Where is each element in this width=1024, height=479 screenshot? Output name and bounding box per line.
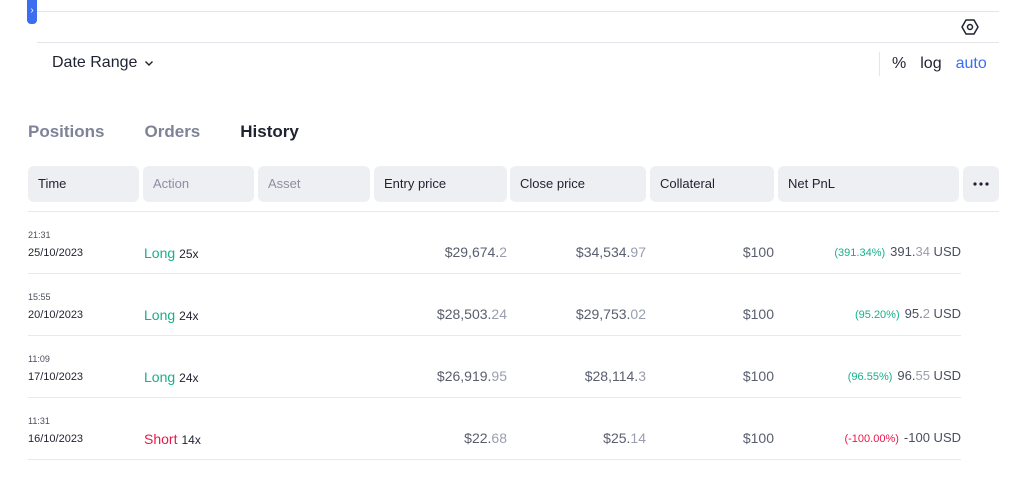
column-header-close-price[interactable]: Close price: [510, 166, 646, 202]
action-value: Long: [144, 307, 176, 323]
collateral-cell: $100: [742, 368, 774, 384]
column-header-entry-price[interactable]: Entry price: [374, 166, 507, 202]
sidebar-toggle-button[interactable]: ›: [27, 0, 37, 24]
scale-divider: [879, 52, 880, 76]
leverage-value: 24x: [179, 309, 199, 323]
history-table-body: 21:31 25/10/2023 Long 25x $29,674.2 $34,…: [28, 212, 961, 460]
close-price-cell: $34,534.97: [575, 244, 646, 260]
tab-orders[interactable]: Orders: [145, 122, 201, 142]
collateral-cell: $100: [742, 306, 774, 322]
scale-log-button[interactable]: log: [920, 55, 941, 73]
column-header-action[interactable]: Action: [143, 166, 254, 202]
pnl-percent: (95.20%): [854, 309, 900, 321]
settings-icon: [961, 19, 979, 35]
leverage-value: 25x: [179, 247, 199, 261]
table-row[interactable]: 21:31 25/10/2023 Long 25x $29,674.2 $34,…: [28, 212, 961, 274]
close-price-cell: $28,114.3: [584, 368, 646, 384]
net-pnl-cell: (391.34%) 391.34 USD: [834, 244, 961, 259]
collateral-cell: $100: [742, 244, 774, 260]
pnl-percent: (-100.00%): [844, 433, 899, 445]
more-horizontal-icon: [973, 182, 989, 186]
date-value: 20/10/2023: [28, 309, 84, 321]
action-cell: Long 24x: [144, 307, 199, 323]
close-price-cell: $25.14: [603, 430, 646, 446]
close-price-cell: $29,753.02: [575, 306, 646, 322]
entry-price-cell: $29,674.2: [444, 244, 507, 260]
date-range-dropdown[interactable]: Date Range: [52, 54, 155, 72]
pnl-amount: 95.2 USD: [904, 306, 961, 321]
chart-settings-button[interactable]: [958, 16, 982, 38]
pnl-percent: (96.55%): [847, 371, 893, 383]
time-cell: 11:09 17/10/2023: [28, 354, 83, 383]
entry-price-cell: $26,919.95: [436, 368, 507, 384]
leverage-value: 14x: [181, 433, 201, 447]
net-pnl-cell: (-100.00%) -100 USD: [844, 430, 961, 445]
action-cell: Short 14x: [144, 431, 201, 447]
action-value: Short: [144, 431, 178, 447]
chevron-down-icon: [145, 61, 154, 66]
tab-history[interactable]: History: [240, 122, 299, 142]
leverage-value: 24x: [179, 371, 199, 385]
scale-toggle-group: % log auto: [879, 52, 987, 76]
time-value: 21:31: [28, 230, 51, 240]
toolbar-divider: [37, 42, 999, 43]
table-row[interactable]: 11:31 16/10/2023 Short 14x $22.68 $25.14…: [28, 398, 961, 460]
pnl-amount: 96.55 USD: [897, 368, 961, 383]
action-value: Long: [144, 369, 176, 385]
entry-price-cell: $28,503.24: [436, 306, 507, 322]
time-cell: 15:55 20/10/2023: [28, 292, 83, 321]
entry-price-cell: $22.68: [464, 430, 507, 446]
table-row[interactable]: 15:55 20/10/2023 Long 24x $28,503.24 $29…: [28, 274, 961, 336]
date-range-label: Date Range: [52, 54, 138, 71]
pnl-percent: (391.34%): [834, 247, 886, 259]
scale-percent-button[interactable]: %: [892, 55, 906, 73]
pnl-amount: -100 USD: [903, 430, 961, 445]
more-options-button[interactable]: [963, 166, 999, 202]
date-value: 17/10/2023: [28, 371, 84, 383]
action-cell: Long 25x: [144, 245, 199, 261]
action-cell: Long 24x: [144, 369, 199, 385]
collateral-cell: $100: [742, 430, 774, 446]
table-row[interactable]: 11:09 17/10/2023 Long 24x $26,919.95 $28…: [28, 336, 961, 398]
trade-tabs: Positions Orders History: [28, 122, 339, 142]
time-cell: 11:31 16/10/2023: [28, 416, 83, 445]
tab-positions[interactable]: Positions: [28, 122, 105, 142]
pnl-amount: 391.34 USD: [890, 244, 961, 259]
top-divider: [37, 11, 999, 12]
date-value: 16/10/2023: [28, 433, 84, 445]
column-header-time[interactable]: Time: [28, 166, 139, 202]
scale-auto-button[interactable]: auto: [956, 55, 987, 73]
time-value: 11:09: [28, 354, 50, 364]
date-value: 25/10/2023: [28, 247, 84, 259]
action-value: Long: [144, 245, 176, 261]
net-pnl-cell: (96.55%) 96.55 USD: [848, 368, 961, 383]
time-value: 11:31: [28, 416, 50, 426]
column-header-net-pnl[interactable]: Net PnL: [778, 166, 959, 202]
time-value: 15:55: [28, 292, 51, 302]
net-pnl-cell: (95.20%) 95.2 USD: [855, 306, 961, 321]
time-cell: 21:31 25/10/2023: [28, 230, 83, 259]
history-table-header: Time Action Asset Entry price Close pric…: [28, 166, 999, 202]
column-header-asset[interactable]: Asset: [258, 166, 370, 202]
column-header-collateral[interactable]: Collateral: [650, 166, 774, 202]
